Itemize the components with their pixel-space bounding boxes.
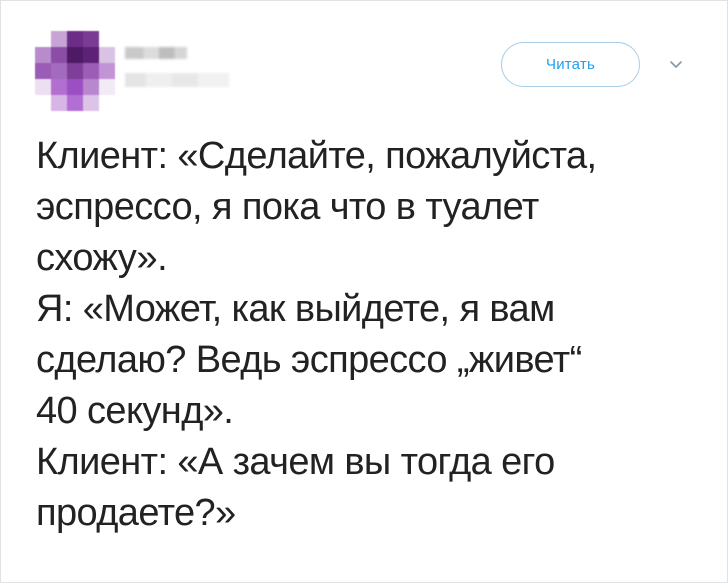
tweet-line: Клиент: «А зачем вы тогда его [36, 441, 555, 483]
chevron-down-icon[interactable] [668, 56, 684, 72]
tweet-line: Клиент: «Сделайте, пожалуйста, [36, 135, 597, 177]
avatar[interactable] [35, 31, 115, 111]
follow-button[interactable]: Читать [501, 42, 640, 87]
tweet-text: Клиент: «Сделайте, пожалуйста, эспрессо,… [36, 131, 696, 539]
follow-button-label: Читать [546, 56, 595, 73]
author-name-blurred[interactable] [125, 47, 187, 59]
tweet-line: схожу». [36, 237, 168, 279]
tweet-line: 40 секунд». [36, 390, 234, 432]
author-name-block[interactable] [125, 47, 229, 87]
tweet-line: Я: «Может, как выйдете, я вам [36, 288, 555, 330]
tweet-line: продаете?» [36, 492, 236, 534]
author-handle-blurred[interactable] [125, 73, 229, 87]
tweet-line: сделаю? Ведь эспрессо „живет“ [36, 339, 582, 381]
tweet-card: Читать Клиент: «Сделайте, пожалуйста, эс… [0, 0, 728, 583]
tweet-line: эспрессо, я пока что в туалет [36, 186, 539, 228]
